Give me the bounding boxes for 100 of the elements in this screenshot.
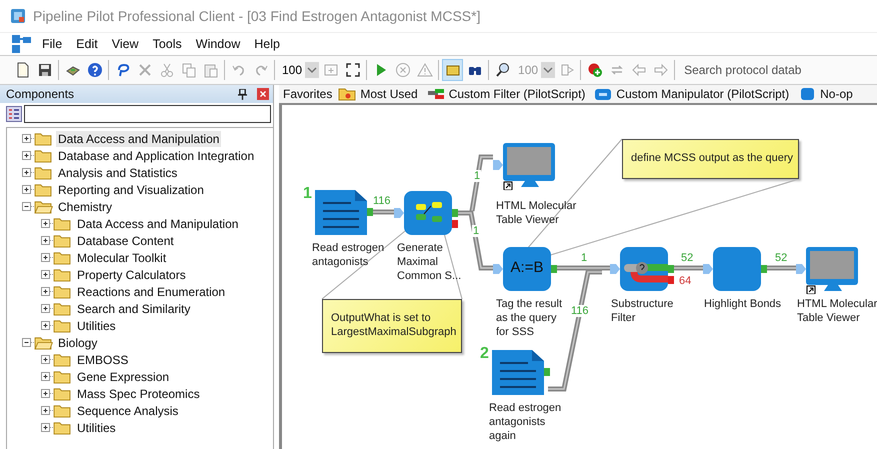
back-icon (630, 62, 647, 78)
node-label: Tag the result as the query for SSS (496, 297, 562, 339)
component-node[interactable] (610, 246, 676, 294)
expand-toggle[interactable] (22, 202, 31, 211)
list-icon[interactable] (6, 106, 22, 122)
pin-icon[interactable] (238, 88, 247, 100)
menu-item[interactable]: View (112, 37, 139, 51)
stop-icon (394, 62, 411, 78)
expand-toggle[interactable] (41, 270, 50, 279)
tree-item[interactable]: Analysis and Statistics (56, 164, 180, 180)
favorites-label: Favorites (283, 87, 332, 101)
tree-item[interactable]: Reactions and Enumeration (75, 284, 228, 300)
expand-toggle[interactable] (41, 406, 50, 415)
expand-toggle[interactable] (22, 185, 31, 194)
component-node[interactable] (493, 246, 559, 294)
folder-icon (53, 386, 72, 400)
expand-toggle[interactable] (41, 321, 50, 330)
expand-toggle[interactable] (41, 236, 50, 245)
node-label: HTML Molecular Table Viewer (797, 297, 877, 325)
tree-item[interactable]: Molecular Toolkit (75, 250, 168, 266)
menu-item[interactable]: Help (254, 37, 280, 51)
expand-toggle[interactable] (22, 338, 31, 347)
tree-item[interactable]: Search and Similarity (75, 300, 192, 316)
tree-item[interactable]: Utilities (75, 420, 118, 436)
expand-toggle[interactable] (41, 389, 50, 398)
menu-item[interactable]: Edit (76, 37, 98, 51)
tree-item[interactable]: Reporting and Visualization (56, 182, 206, 198)
tree-item[interactable]: EMBOSS (75, 352, 130, 368)
tree-item[interactable]: Database and Application Integration (56, 148, 256, 164)
panel-button[interactable] (442, 59, 464, 81)
folder-icon (53, 284, 72, 298)
tree-item[interactable]: Database Content (75, 232, 176, 248)
app-icon (10, 8, 26, 24)
folder-icon (53, 370, 72, 384)
close-icon[interactable] (257, 88, 269, 100)
folder-icon (338, 87, 356, 101)
folder-icon (34, 200, 53, 214)
node-number: 2 (480, 345, 489, 363)
folder-icon (53, 420, 72, 434)
expand-toggle[interactable] (41, 219, 50, 228)
record-count: 1 (473, 170, 482, 182)
favorite-item[interactable]: Custom Manipulator (PilotScript) (616, 87, 790, 101)
cut-icon (158, 62, 174, 78)
tree-item[interactable]: Chemistry (56, 198, 114, 214)
tree-item[interactable]: Biology (56, 334, 100, 350)
expand-toggle[interactable] (41, 304, 50, 313)
record-count: 52 (774, 252, 788, 264)
folder-icon (34, 182, 53, 196)
tree-item[interactable]: Data Access and Manipulation (56, 130, 222, 146)
connector-wire (373, 210, 394, 214)
sticky-note[interactable]: OutputWhat is set to LargestMaximalSubgraph (322, 299, 462, 353)
record-count: 116 (570, 305, 590, 317)
folder-icon (53, 268, 72, 282)
tree-item[interactable]: Mass Spec Proteomics (75, 386, 202, 402)
panel-title: Components (6, 87, 76, 101)
sticky-note[interactable]: define MCSS output as the query (622, 139, 799, 179)
menu-item[interactable]: Tools (152, 37, 182, 51)
record-count: 52 (680, 252, 694, 264)
new-icon (14, 62, 30, 78)
node-glyph: A:=B (510, 259, 544, 276)
expand-toggle[interactable] (41, 372, 50, 381)
component-icon (798, 87, 816, 101)
magnifier-icon (494, 62, 511, 78)
component-node[interactable] (394, 190, 460, 238)
delete-icon (136, 62, 152, 78)
expand-toggle[interactable] (41, 253, 50, 262)
menu-item[interactable]: Window (196, 37, 240, 51)
copy-icon (180, 62, 196, 78)
search-field[interactable]: Search protocol datab (678, 59, 877, 81)
node-label: Highlight Bonds (704, 297, 782, 311)
tree-item[interactable]: Gene Expression (75, 368, 172, 384)
record-count: 64 (678, 275, 692, 287)
expand-toggle[interactable] (22, 151, 31, 160)
favorite-item[interactable]: Most Used (360, 87, 418, 101)
folder-icon (53, 234, 72, 248)
expand-toggle[interactable] (22, 134, 31, 143)
fit-icon (322, 62, 339, 78)
node-label: Substructure Filter (611, 297, 674, 325)
forward-icon (652, 62, 669, 78)
expand-toggle[interactable] (22, 168, 31, 177)
node-label: Read estrogen antagonists (312, 241, 384, 269)
tree-item[interactable]: Sequence Analysis (75, 402, 180, 418)
record-count: 1 (580, 252, 588, 264)
folder-icon (34, 166, 53, 180)
tree-item[interactable]: Data Access and Manipulation (75, 216, 240, 232)
folder-icon (53, 250, 72, 264)
tree-item[interactable]: Utilities (75, 318, 118, 334)
folder-icon (34, 148, 53, 162)
expand-toggle[interactable] (41, 423, 50, 432)
expand-toggle[interactable] (41, 355, 50, 364)
favorite-item[interactable]: No-op (820, 87, 853, 101)
expand-toggle[interactable] (41, 287, 50, 296)
component-icon (426, 87, 445, 101)
tree-item[interactable]: Property Calculators (75, 266, 188, 282)
folder-icon (53, 302, 72, 316)
menu-item[interactable]: File (42, 37, 62, 51)
favorite-item[interactable]: Custom Filter (PilotScript) (448, 87, 586, 101)
search-field[interactable] (24, 105, 271, 123)
component-node[interactable] (703, 246, 769, 294)
zoom-dropdown[interactable]: 100 (278, 60, 320, 80)
